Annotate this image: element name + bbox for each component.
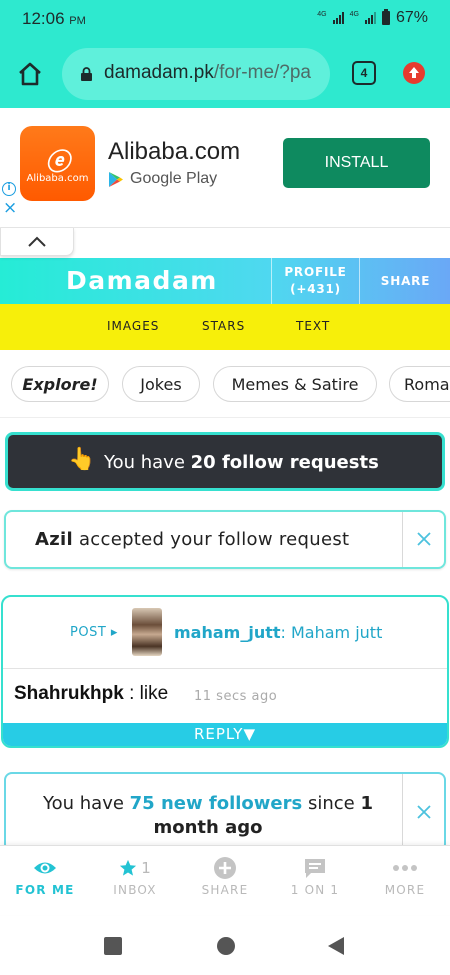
battery-level: 67% bbox=[395, 9, 428, 26]
close-icon[interactable] bbox=[414, 529, 434, 549]
nav-share-label: SHARE bbox=[201, 883, 249, 897]
ad-close-icon[interactable]: × bbox=[3, 199, 17, 217]
status-time: 12:06 PM bbox=[22, 9, 86, 28]
nav-inbox[interactable]: 1 INBOX bbox=[90, 846, 180, 916]
recents-square-icon[interactable] bbox=[104, 937, 122, 955]
chevron-up-icon bbox=[28, 236, 46, 247]
url-text: damadam.pk/for-me/?pa bbox=[104, 62, 311, 83]
profile-count: (+431) bbox=[290, 282, 341, 296]
tab-switcher-button[interactable]: 4 bbox=[352, 61, 376, 85]
category-chips: Explore! Jokes Memes & Satire Roma bbox=[0, 350, 450, 418]
network-type-2: 4G bbox=[349, 10, 359, 18]
lock-icon bbox=[81, 67, 92, 81]
nav-for-me-label: FOR ME bbox=[15, 883, 75, 897]
chip-memes-satire[interactable]: Memes & Satire bbox=[213, 366, 377, 402]
site-logo[interactable]: Damadam bbox=[66, 266, 218, 295]
nav-inbox-label: INBOX bbox=[113, 883, 157, 897]
reply-button[interactable]: REPLY▼ bbox=[3, 723, 447, 746]
chip-jokes[interactable]: Jokes bbox=[122, 366, 200, 402]
plus-circle-icon bbox=[214, 857, 236, 879]
inbox-badge: 1 bbox=[141, 859, 151, 877]
profile-label: PROFILE bbox=[284, 265, 347, 279]
home-icon[interactable] bbox=[16, 60, 44, 88]
nav-stars[interactable]: STARS bbox=[202, 319, 245, 333]
store-name: Google Play bbox=[130, 170, 218, 187]
network-type-1: 4G bbox=[317, 10, 327, 18]
commenter-name[interactable]: Shahrukhpk bbox=[14, 683, 124, 704]
share-button[interactable]: SHARE bbox=[361, 258, 450, 304]
post-author[interactable]: maham_jutt: Maham jutt bbox=[174, 623, 382, 642]
nav-more[interactable]: MORE bbox=[360, 846, 450, 916]
follow-requests-banner[interactable]: 👆 You have 20 follow requests bbox=[5, 432, 445, 491]
upload-icon[interactable] bbox=[403, 62, 425, 84]
ad-banner: ⓔ Alibaba.com Alibaba.com Google Play IN… bbox=[0, 108, 450, 228]
notification-text: Azil accepted your follow request bbox=[35, 529, 350, 550]
browser-toolbar: damadam.pk/for-me/?pa 4 bbox=[0, 40, 450, 108]
nav-share[interactable]: SHARE bbox=[180, 846, 270, 916]
ad-title[interactable]: Alibaba.com bbox=[108, 138, 240, 166]
google-play-badge: Google Play bbox=[108, 170, 217, 188]
ad-collapse-button[interactable] bbox=[0, 228, 74, 256]
site-header: Damadam PROFILE (+431) SHARE bbox=[0, 258, 450, 304]
sub-navigation: IMAGES STARS TEXT bbox=[0, 304, 450, 350]
profile-button[interactable]: PROFILE (+431) bbox=[271, 258, 360, 304]
chip-explore[interactable]: Explore! bbox=[11, 366, 109, 402]
notification-new-followers[interactable]: You have 75 new followers since 1 month … bbox=[4, 772, 446, 852]
url-bar[interactable]: damadam.pk/for-me/?pa bbox=[62, 48, 330, 100]
alibaba-logo-glyph: ⓔ bbox=[45, 148, 70, 176]
close-icon[interactable] bbox=[414, 802, 434, 822]
followers-text: You have 75 new followers since 1 month … bbox=[43, 793, 373, 838]
divider bbox=[402, 774, 403, 850]
signal-icon bbox=[332, 12, 344, 24]
nav-for-me[interactable]: FOR ME bbox=[0, 846, 90, 916]
ad-info-icon[interactable]: i bbox=[2, 182, 16, 196]
comment-time: 11 secs ago bbox=[194, 689, 278, 704]
status-bar: 12:06 PM 4G 4G 67% bbox=[0, 0, 450, 40]
eye-icon bbox=[34, 862, 56, 874]
status-icons: 4G 4G 67% bbox=[317, 9, 428, 27]
home-circle-icon[interactable] bbox=[216, 936, 236, 956]
post-card-header: POST ▸ maham_jutt: Maham jutt bbox=[3, 597, 447, 669]
divider bbox=[402, 512, 403, 567]
alibaba-logo[interactable]: ⓔ Alibaba.com bbox=[20, 126, 95, 201]
signal-icon-2 bbox=[364, 12, 376, 24]
google-play-icon bbox=[109, 171, 123, 187]
pointing-hand-icon: 👆 bbox=[68, 447, 96, 472]
nav-more-label: MORE bbox=[384, 883, 426, 897]
follow-requests-text: You have 20 follow requests bbox=[104, 452, 379, 473]
more-dots-icon bbox=[393, 865, 417, 871]
notification-accepted[interactable]: Azil accepted your follow request bbox=[4, 510, 446, 569]
post-notification-card: POST ▸ maham_jutt: Maham jutt Shahrukhpk… bbox=[1, 595, 449, 748]
install-button[interactable]: INSTALL bbox=[283, 138, 430, 188]
nav-one-on-one[interactable]: 1 ON 1 bbox=[270, 846, 360, 916]
star-icon bbox=[120, 859, 137, 876]
chip-roma[interactable]: Roma bbox=[389, 366, 450, 402]
back-triangle-icon[interactable] bbox=[327, 936, 345, 956]
chat-icon bbox=[305, 859, 325, 878]
system-navigation-bar bbox=[0, 915, 450, 975]
bottom-navigation: FOR ME 1 INBOX SHARE 1 ON 1 MORE bbox=[0, 845, 450, 915]
post-thumbnail[interactable] bbox=[132, 608, 162, 656]
alibaba-logo-text: Alibaba.com bbox=[26, 173, 89, 184]
nav-images[interactable]: IMAGES bbox=[107, 319, 159, 333]
nav-text[interactable]: TEXT bbox=[296, 319, 330, 333]
battery-icon bbox=[381, 9, 390, 25]
post-type-label[interactable]: POST ▸ bbox=[70, 625, 118, 640]
nav-one-on-one-label: 1 ON 1 bbox=[290, 883, 340, 897]
comment-text: Shahrukhpk : like bbox=[14, 683, 169, 704]
